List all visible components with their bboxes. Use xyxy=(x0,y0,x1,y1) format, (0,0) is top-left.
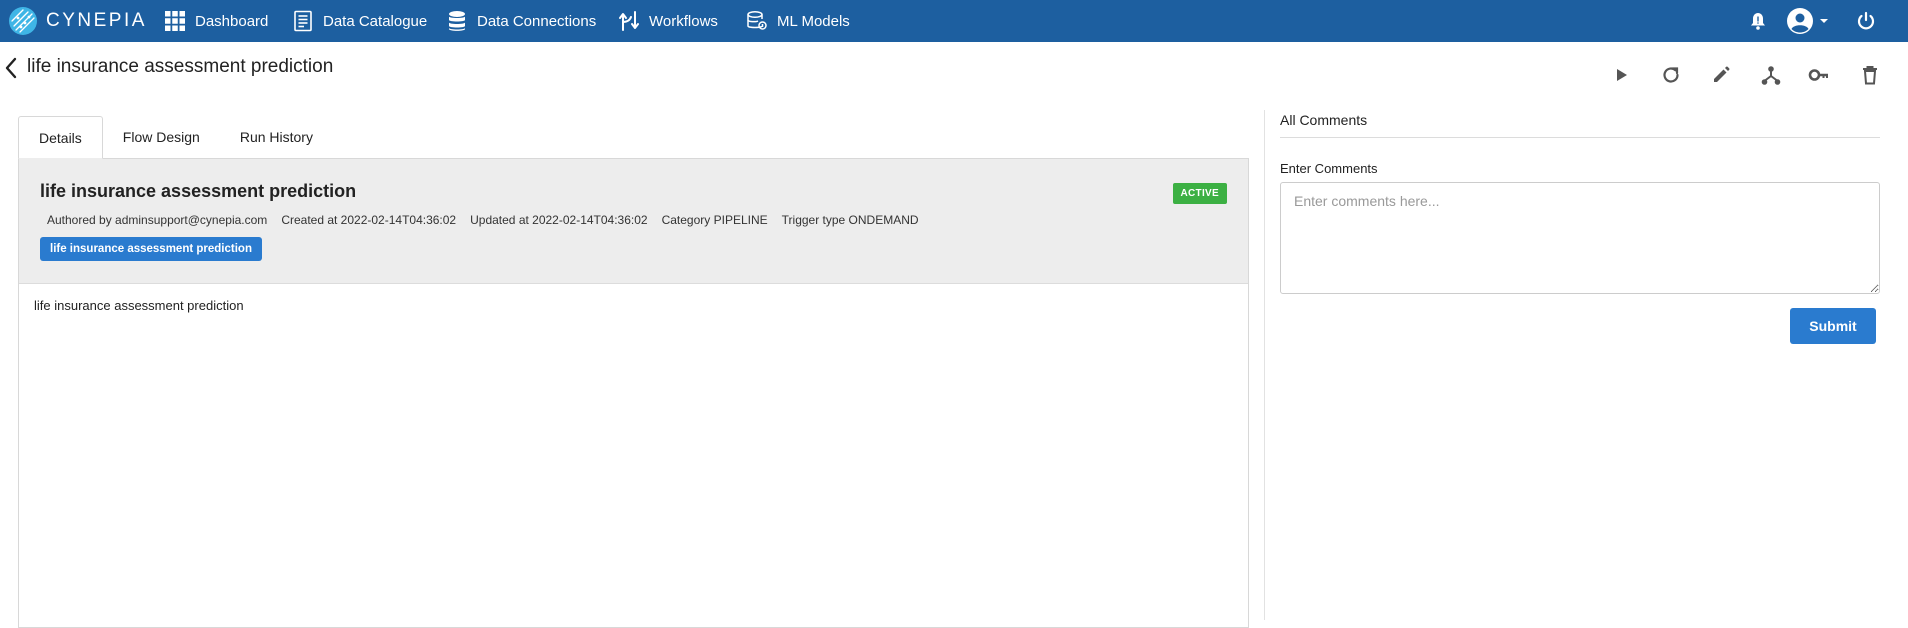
workflow-tag-button[interactable]: life insurance assessment prediction xyxy=(40,237,262,261)
workflow-title: life insurance assessment prediction xyxy=(40,181,357,201)
refresh-icon[interactable] xyxy=(1660,64,1682,86)
comments-label: Enter Comments xyxy=(1280,161,1378,176)
cynepia-logo-icon xyxy=(9,7,37,35)
chevron-down-icon xyxy=(1820,19,1828,23)
back-arrow-icon[interactable] xyxy=(2,56,22,80)
comment-input[interactable] xyxy=(1280,182,1880,294)
delete-icon[interactable] xyxy=(1859,64,1881,86)
details-panel: life insurance assessment prediction ACT… xyxy=(18,158,1249,628)
meta-category: Category PIPELINE xyxy=(661,213,768,227)
workflow-arrows-icon xyxy=(619,11,639,31)
top-navbar: CYNEPIA Dashboard Data Catalogue Data Co… xyxy=(0,0,1908,42)
notifications-button[interactable] xyxy=(1748,0,1768,42)
nav-data-catalogue-label: Data Catalogue xyxy=(323,12,428,30)
details-header: life insurance assessment prediction ACT… xyxy=(19,159,1248,284)
ml-database-icon xyxy=(747,10,767,30)
grid-icon xyxy=(165,11,185,31)
page-title: life insurance assessment prediction xyxy=(27,56,334,77)
nav-dashboard-label: Dashboard xyxy=(195,12,269,30)
meta-trigger: Trigger type ONDEMAND xyxy=(781,213,919,227)
nav-data-connections-label: Data Connections xyxy=(477,12,597,30)
nav-data-catalogue[interactable]: Data Catalogue xyxy=(292,0,427,42)
nav-workflows-label: Workflows xyxy=(649,12,718,30)
tab-run-history[interactable]: Run History xyxy=(220,116,333,159)
workflow-meta: Authored by adminsupport@cynepia.com Cre… xyxy=(47,213,933,227)
user-account-icon xyxy=(1787,8,1813,34)
play-icon[interactable] xyxy=(1610,64,1632,86)
power-icon xyxy=(1857,11,1875,30)
user-menu[interactable] xyxy=(1786,0,1830,42)
edit-icon[interactable] xyxy=(1710,64,1732,86)
key-icon[interactable] xyxy=(1808,64,1830,86)
nav-ml-models[interactable]: ML Models xyxy=(746,0,850,42)
nav-ml-models-label: ML Models xyxy=(777,12,850,30)
status-badge: ACTIVE xyxy=(1172,183,1227,204)
brand[interactable]: CYNEPIA xyxy=(8,0,147,42)
comments-title: All Comments xyxy=(1280,112,1368,128)
logout-button[interactable] xyxy=(1856,0,1876,42)
meta-updated: Updated at 2022-02-14T04:36:02 xyxy=(470,213,648,227)
nav-dashboard[interactable]: Dashboard xyxy=(164,0,268,42)
comments-divider xyxy=(1280,137,1880,138)
database-icon xyxy=(449,11,465,31)
tab-bar: Details Flow Design Run History xyxy=(18,116,333,159)
document-icon xyxy=(294,10,312,32)
meta-created: Created at 2022-02-14T04:36:02 xyxy=(281,213,457,227)
tab-flow-design[interactable]: Flow Design xyxy=(103,116,220,159)
panel-divider xyxy=(1264,110,1265,620)
meta-author: Authored by adminsupport@cynepia.com xyxy=(47,213,268,227)
tab-details[interactable]: Details xyxy=(18,116,103,159)
nav-workflows[interactable]: Workflows xyxy=(618,0,718,42)
workflow-description: life insurance assessment prediction xyxy=(34,298,244,313)
nav-data-connections[interactable]: Data Connections xyxy=(446,0,596,42)
fork-icon[interactable] xyxy=(1760,64,1782,86)
bell-icon xyxy=(1751,13,1765,30)
submit-button[interactable]: Submit xyxy=(1790,308,1876,344)
brand-name: CYNEPIA xyxy=(46,10,147,31)
